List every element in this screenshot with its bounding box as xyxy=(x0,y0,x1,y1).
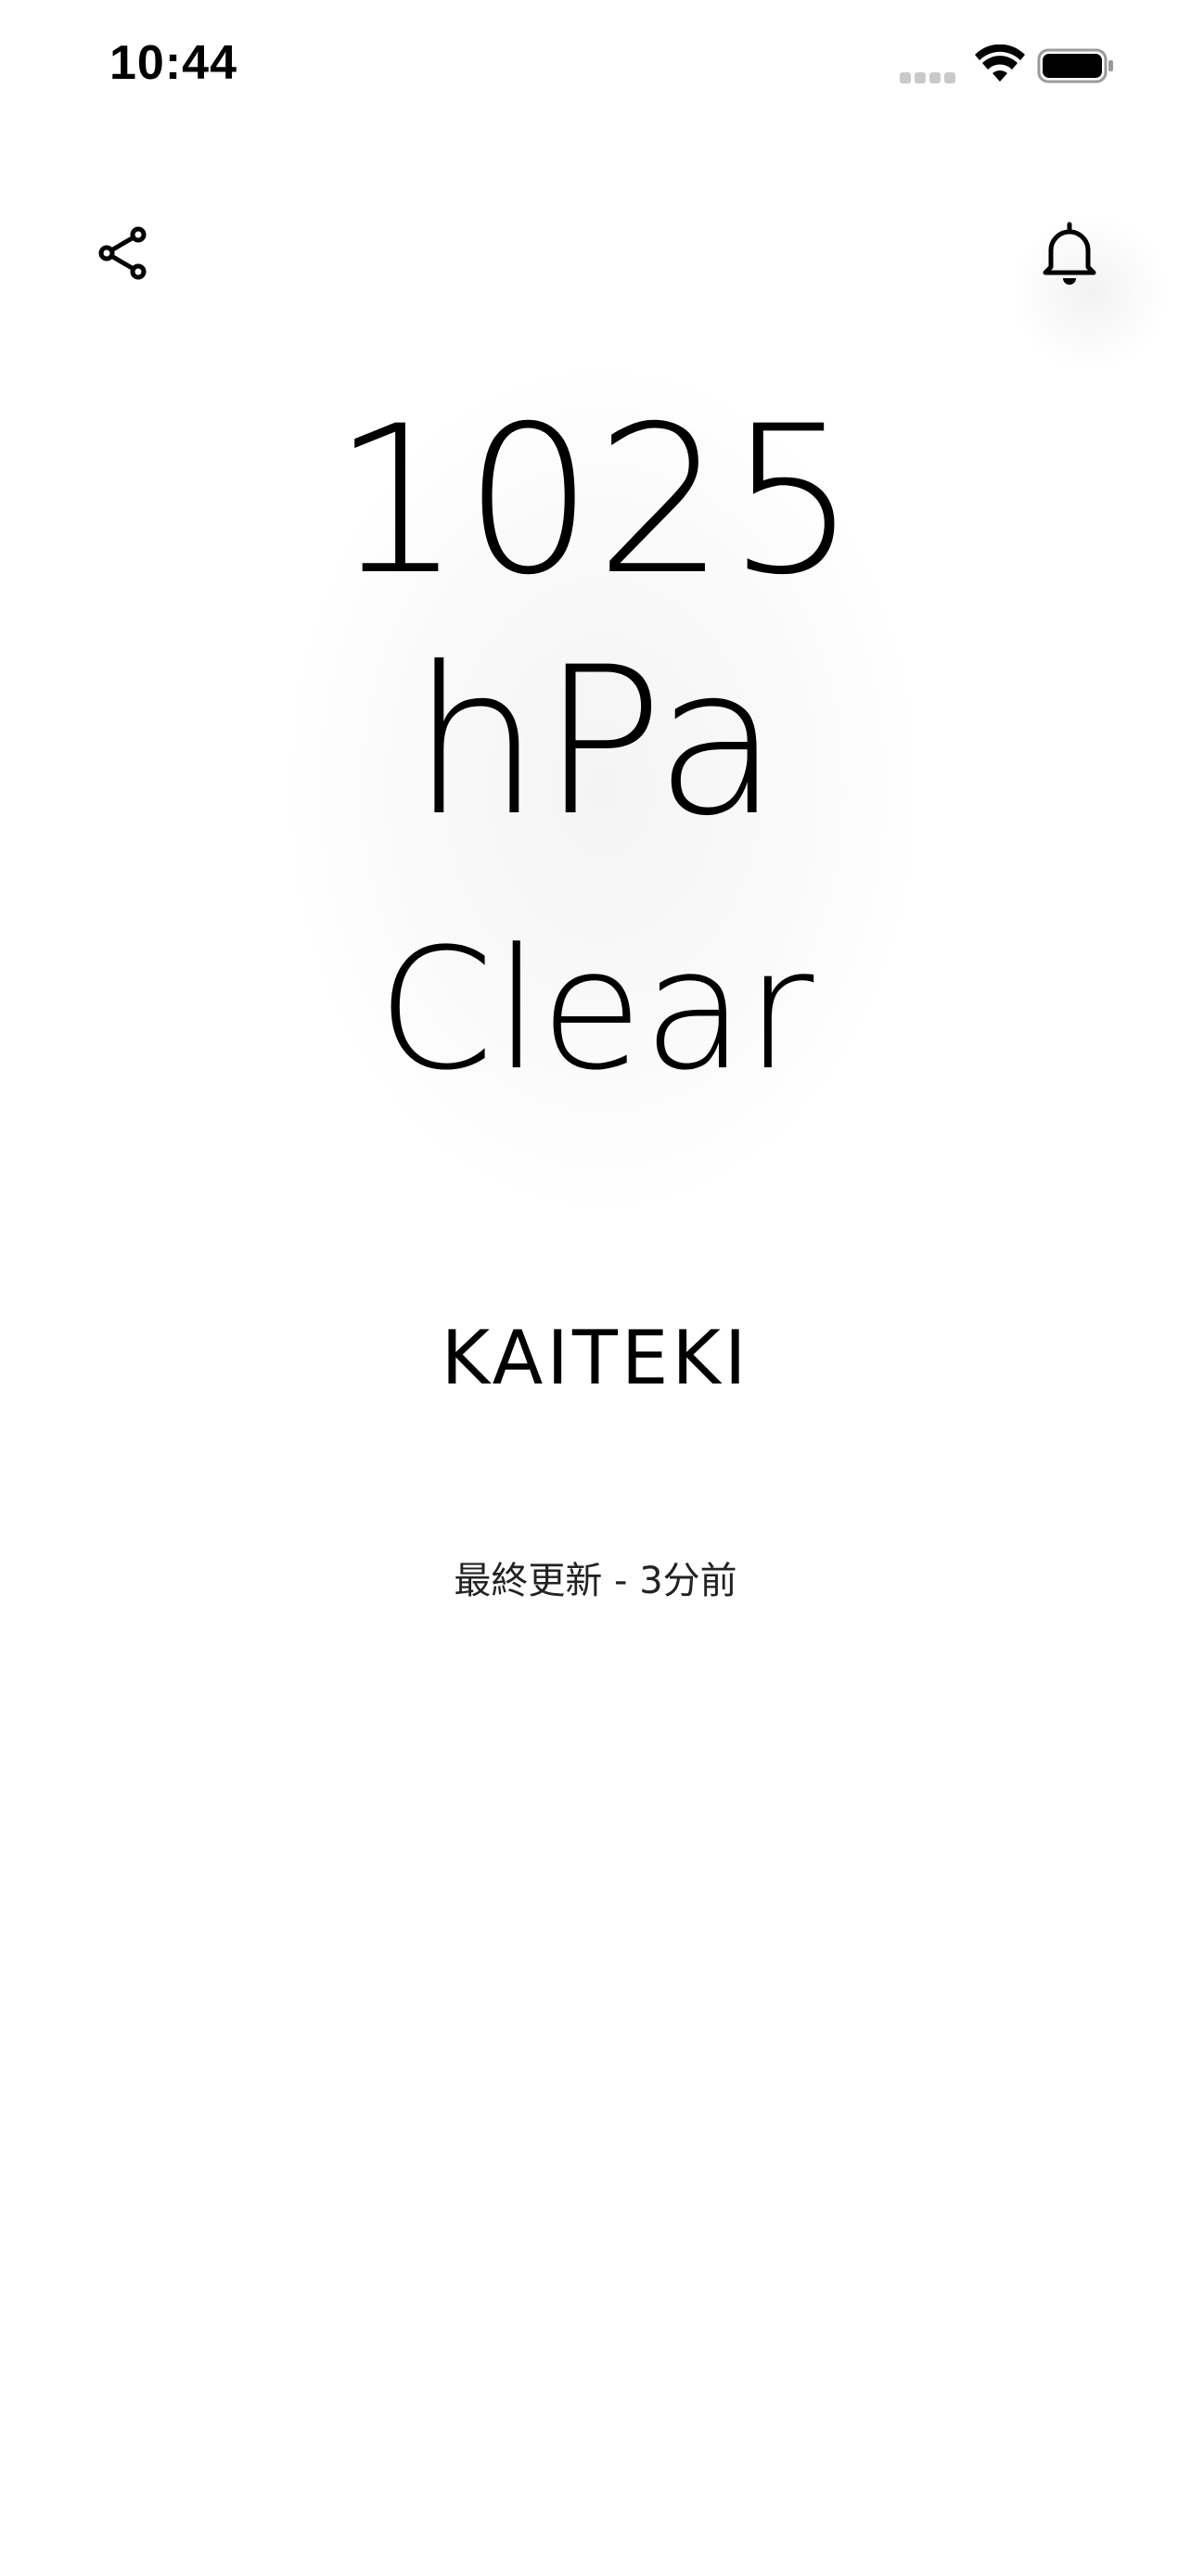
last-updated: 最終更新 - 3分前 xyxy=(454,1560,737,1602)
wifi-icon xyxy=(975,45,1025,82)
share-icon xyxy=(98,226,147,280)
bell-icon xyxy=(1043,222,1096,285)
pressure-unit: hPa xyxy=(411,623,780,861)
battery-icon xyxy=(1037,48,1113,83)
notification-button[interactable] xyxy=(1028,211,1111,295)
comfort-label: KAITEKI xyxy=(441,1315,750,1401)
status-time: 10:44 xyxy=(109,36,237,90)
weather-condition: Clear xyxy=(377,913,814,1107)
pressure-value: 1025 xyxy=(332,382,859,619)
cellular-signal-icon xyxy=(900,72,957,85)
share-button[interactable] xyxy=(82,211,165,295)
status-bar: 10:44 xyxy=(0,0,1191,139)
